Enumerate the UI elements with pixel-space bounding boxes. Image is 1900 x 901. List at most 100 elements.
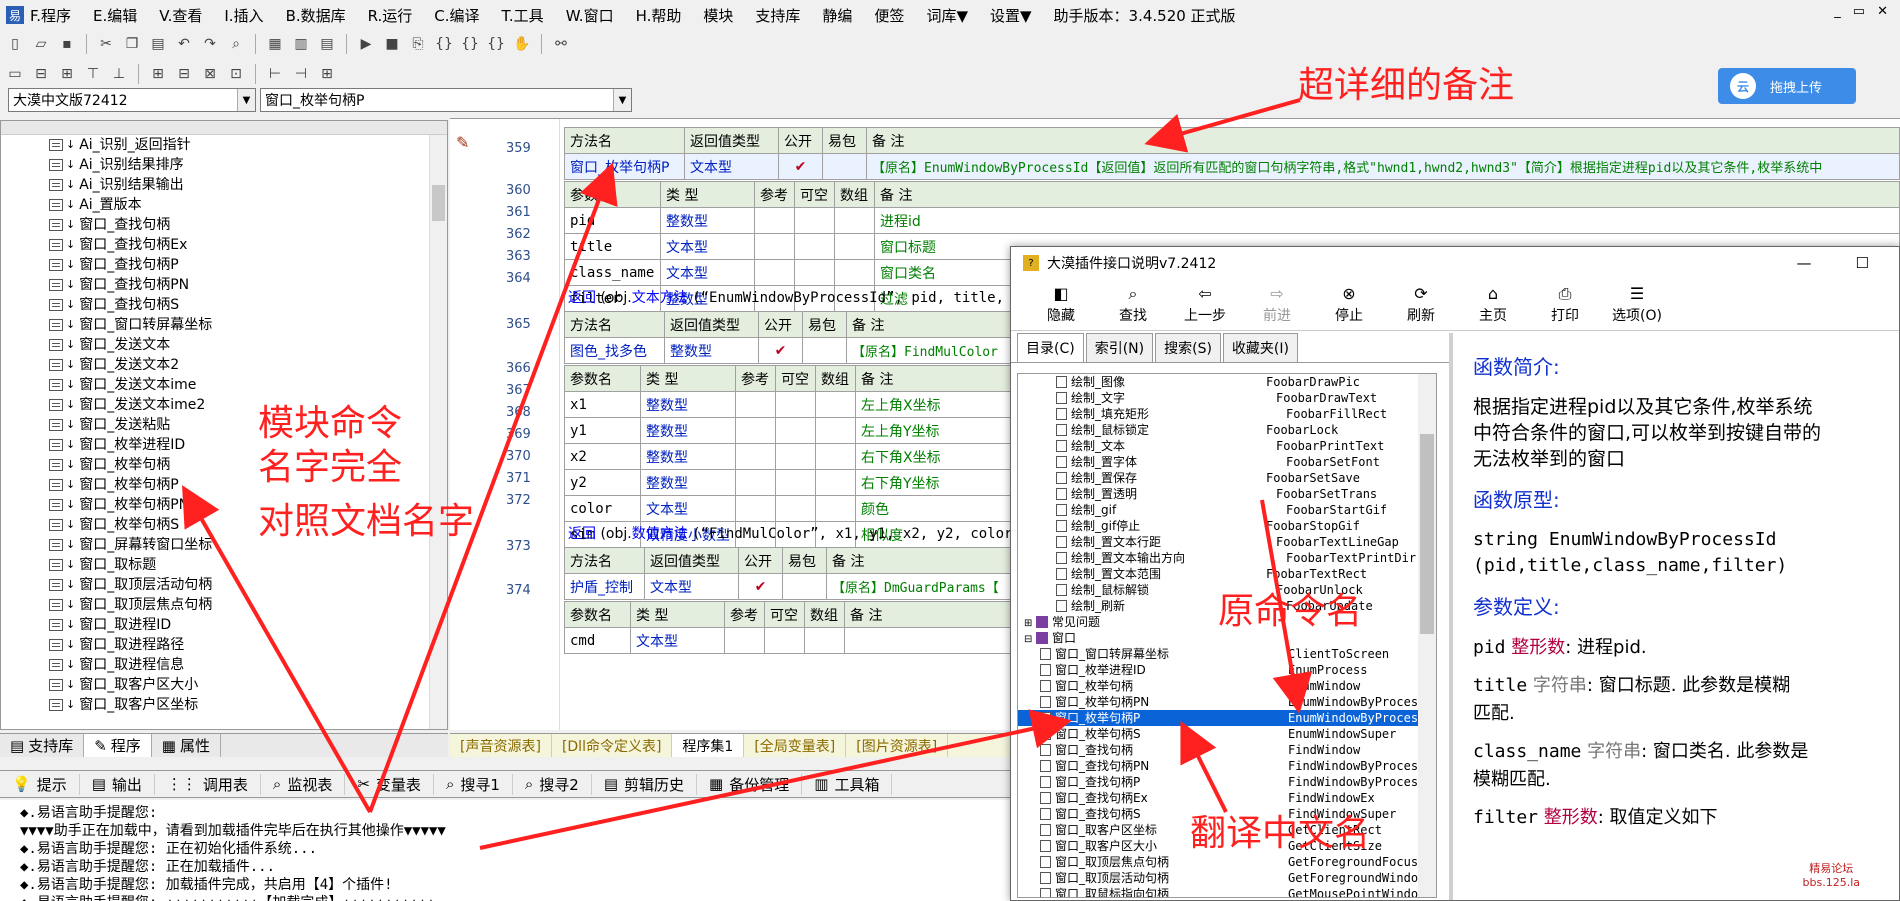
param-type[interactable]: 文本型 [640,495,736,522]
public-check[interactable]: ✔ [738,573,783,600]
method-remark[interactable]: 【原名】EnumWindowByProcessId【返回值】返回所有匹配的窗口句… [866,153,1900,180]
tree-item[interactable]: ↓ Ai_识别_返回指针 [49,135,447,155]
tree-item[interactable]: ↓ 窗口_取客户区坐标 [49,695,447,715]
help-tree-item[interactable]: 绘制_gif停止 FoobarStopGif [1018,518,1436,534]
tree-item[interactable]: ↓ 窗口_发送文本ime [49,375,447,395]
help-tree-item[interactable]: 窗口_取顶层焦点句柄 GetForegroundFocus [1018,854,1436,870]
param-row[interactable]: pid 整数型 进程id [564,207,1900,234]
step-icon[interactable]: ⎘ [407,33,429,55]
param-nullable[interactable] [775,443,816,470]
stop-icon[interactable]: ■ [381,33,403,55]
bottom-tab-4[interactable]: ✂ 变量表 [345,773,434,795]
param-name[interactable]: x2 [564,443,641,470]
same-width-icon[interactable]: ⊠ [199,63,221,85]
help-tree-item[interactable]: 窗口_查找句柄Ex FindWindowEx [1018,790,1436,806]
param-name[interactable]: pid [564,207,661,234]
menu-item-1[interactable]: E.编辑 [93,5,137,26]
menu-item-13[interactable]: 便签 [874,5,904,26]
menu-item-15[interactable]: 设置▼ [990,5,1032,26]
code-tab-1[interactable]: [Dll命令定义表] [552,734,673,757]
method-name[interactable]: 窗口_枚举句柄P [564,153,685,180]
tree-item[interactable]: ↓ 窗口_取顶层焦点句柄 [49,595,447,615]
tree-item[interactable]: ↓ Ai_识别结果排序 [49,155,447,175]
help-tab-3[interactable]: 收藏夹(I) [1222,333,1298,362]
chevron-down-icon[interactable]: ▼ [613,89,631,111]
help-tree-item[interactable]: 绘制_填充矩形 FoobarFillRect [1018,406,1436,422]
scroll-thumb[interactable] [432,185,445,221]
tree-item[interactable]: ↓ 窗口_窗口转屏幕坐标 [49,315,447,335]
layout2-icon[interactable]: ▥ [290,33,312,55]
space-v-icon[interactable]: ⊣ [290,63,312,85]
return-type[interactable]: 整数型 [664,337,759,364]
param-nullable[interactable] [775,417,816,444]
help-toolbar-button-0[interactable]: ◧ 隐藏 [1025,279,1097,330]
tree-item[interactable]: ↓ Ai_识别结果输出 [49,175,447,195]
library-combo[interactable]: 大漠中文版72412 ▼ [8,88,256,112]
redo-icon[interactable]: ↷ [199,33,221,55]
param-name[interactable]: x1 [564,391,641,418]
help-tree-scrollbar[interactable] [1418,374,1436,897]
new-icon[interactable]: ▯ [4,33,26,55]
tree-item[interactable]: ↓ 窗口_查找句柄Ex [49,235,447,255]
menu-item-2[interactable]: V.查看 [159,5,202,26]
param-nullable[interactable] [764,627,805,654]
menu-item-7[interactable]: T.工具 [502,5,544,26]
help-tab-2[interactable]: 搜索(S) [1155,333,1221,362]
return-type[interactable]: 文本型 [684,153,779,180]
code-tab-3[interactable]: [全局变量表] [744,734,847,757]
undo-icon[interactable]: ↶ [173,33,195,55]
bottom-tab-9[interactable]: ▥ 工具箱 [802,773,893,795]
help-tree-item[interactable]: 绘制_置保存 FoobarSetSave [1018,470,1436,486]
help-tree-item[interactable]: 绘制_置文本范围 FoobarTextRect [1018,566,1436,582]
code-tab-4[interactable]: [图片资源表] [846,734,949,757]
return-type[interactable]: 文本型 [644,573,739,600]
help-tree-item[interactable]: 绘制_文本 FoobarPrintText [1018,438,1436,454]
param-array[interactable] [815,495,856,522]
param-array[interactable] [815,469,856,496]
code-line-364[interactable]: 返回 (obj.文本方法 (“EnumWindowByProcessId”, p… [568,287,1004,307]
help-toolbar-button-4[interactable]: ⊗ 停止 [1313,279,1385,330]
help-tree-item[interactable]: 窗口_枚举句柄PN EnumWindowByProcess [1018,694,1436,710]
menu-item-14[interactable]: 词库▼ [926,5,968,26]
param-name[interactable]: class_name [564,259,661,286]
param-type[interactable]: 整数型 [640,443,736,470]
menu-item-16[interactable]: 助手版本：3.4.520 正式版 [1054,5,1236,26]
help-tree-item[interactable]: 窗口_枚举句柄 EnumWindow [1018,678,1436,694]
code-tab-2[interactable]: 程序集1 [672,734,745,757]
param-type[interactable]: 整数型 [640,417,736,444]
param-ref[interactable] [735,417,776,444]
menu-item-9[interactable]: H.帮助 [636,5,682,26]
param-type[interactable]: 整数型 [640,469,736,496]
help-tree-item[interactable]: 窗口_查找句柄 FindWindow [1018,742,1436,758]
param-ref[interactable] [735,495,776,522]
center-v-icon[interactable]: ⊟ [173,63,195,85]
param-remark[interactable]: 进程id [874,207,1900,234]
easy-pkg[interactable] [802,337,847,364]
code-line-372[interactable]: 返回 (obj.数值方法 (“FindMulColor”, x1, y1, x2… [568,523,1012,543]
tree-item[interactable]: ↓ 窗口_取进程ID [49,615,447,635]
param-ref[interactable] [735,469,776,496]
param-nullable[interactable] [775,469,816,496]
step-into-icon[interactable]: {} [433,33,455,55]
paste-icon[interactable]: ▤ [147,33,169,55]
help-toolbar-button-8[interactable]: ☰ 选项(O) [1601,279,1673,330]
upload-button[interactable]: 云 拖拽上传 [1718,68,1856,104]
tree-item[interactable]: ↓ 窗口_发送文本 [49,335,447,355]
help-tree-item[interactable]: 绘制_文字 FoobarDrawText [1018,390,1436,406]
tree-item[interactable]: ↓ 窗口_取标题 [49,555,447,575]
param-ref[interactable] [724,627,765,654]
public-check[interactable]: ✔ [778,153,823,180]
method-combo[interactable]: 窗口_枚举句柄P ▼ [260,88,632,112]
bottom-tab-6[interactable]: ⌕ 搜寻2 [513,773,592,795]
step-out-icon[interactable]: {} [485,33,507,55]
align-icon[interactable]: ▭ [4,63,26,85]
easy-pkg[interactable] [822,153,867,180]
tree-scrollbar[interactable] [429,135,447,729]
minimize-icon[interactable]: — [1797,254,1812,272]
public-check[interactable]: ✔ [758,337,803,364]
help-tree-item[interactable]: 绘制_置字体 FoobarSetFont [1018,454,1436,470]
help-toolbar-button-3[interactable]: ⇨ 前进 [1241,279,1313,330]
menu-item-10[interactable]: 模块 [703,5,733,26]
tree-item[interactable]: ↓ Ai_置版本 [49,195,447,215]
align-bottom-icon[interactable]: ⊥ [108,63,130,85]
